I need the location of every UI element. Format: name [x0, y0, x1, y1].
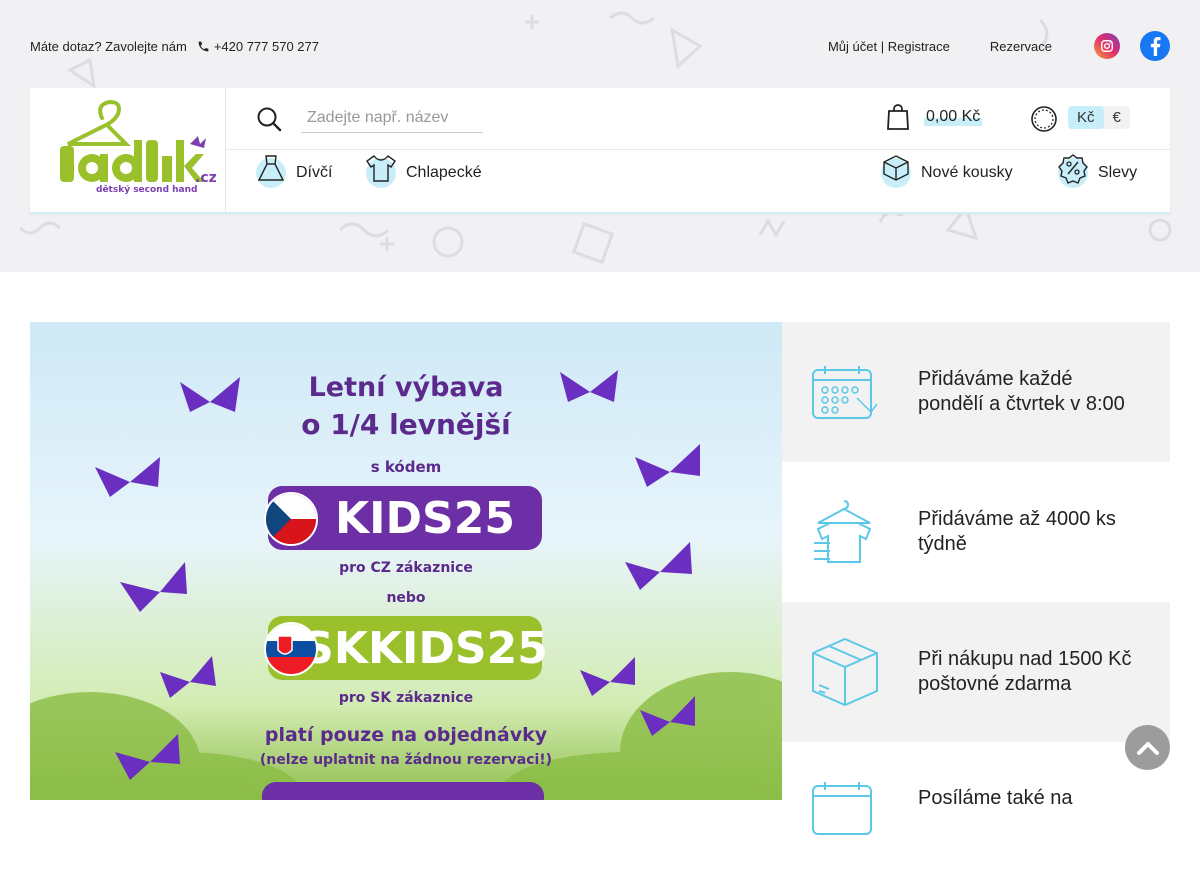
main-nav: Dívčí Chlapecké Nové kousky Slevy: [226, 150, 1170, 212]
nav-new-label: Nové kousky: [921, 164, 1013, 181]
currency-eur[interactable]: €: [1104, 106, 1130, 129]
feature-item: Přidáváme až 4000 ks týdně: [782, 462, 1170, 602]
facebook-icon[interactable]: [1140, 31, 1170, 61]
feature-item: Při nákupu nad 1500 Kč poštovné zdarma: [782, 602, 1170, 742]
banner-for-sk: pro SK zákaznice: [338, 690, 474, 706]
contact-label: Máte dotaz? Zavolejte nám: [30, 38, 187, 54]
feature-item: Přidáváme každé pondělí a čtvrtek v 8:00: [782, 322, 1170, 462]
banner-line2: o 1/4 levnější: [301, 408, 511, 441]
nav-girls-label: Dívčí: [296, 164, 333, 181]
banner-valid: platí pouze na objednávky: [264, 724, 548, 746]
instagram-icon[interactable]: [1094, 33, 1120, 59]
nav-sale[interactable]: Slevy: [1058, 154, 1138, 188]
search-icon[interactable]: [256, 106, 282, 132]
dress-icon: [256, 155, 286, 188]
account-separator: |: [880, 38, 885, 54]
features-list: Přidáváme každé pondělí a čtvrtek v 8:00…: [782, 322, 1170, 882]
logo[interactable]: .cz dětský second hand: [30, 88, 226, 212]
cart-total: 0,00 Kč: [924, 108, 983, 126]
banner-with-code: s kódem: [370, 458, 442, 476]
slovak-flag-icon: [264, 622, 318, 676]
nav-boys[interactable]: Chlapecké: [366, 155, 482, 188]
chevron-up-icon: [1136, 741, 1159, 755]
nav-girls[interactable]: Dívčí: [256, 155, 333, 188]
cart-button[interactable]: 0,00 Kč: [886, 103, 983, 131]
clothes-stack-icon: [792, 497, 898, 567]
new-box-icon: [881, 155, 911, 188]
banner-or: nebo: [386, 590, 426, 606]
currency-switcher: Kč €: [1068, 106, 1130, 129]
coins-icon: [1031, 106, 1057, 132]
calendar-icon: [792, 364, 898, 420]
contact-info: Máte dotaz? Zavolejte nám +420 777 570 2…: [30, 39, 319, 54]
feature-text: Přidáváme až 4000 ks týdně: [918, 508, 1116, 555]
banner-note: (nelze uplatnit na žádnou rezervaci!): [259, 752, 553, 768]
register-link[interactable]: Registrace: [888, 39, 950, 54]
banner-bottom-pill: [262, 782, 544, 800]
search-input[interactable]: [301, 104, 483, 133]
reservation-link[interactable]: Rezervace: [990, 39, 1052, 54]
code-cz-pill: KIDS25: [264, 486, 542, 550]
banner-line1: Letní výbava: [308, 372, 504, 403]
scroll-to-top-button[interactable]: [1125, 725, 1170, 770]
phone-link[interactable]: +420 777 570 277: [197, 39, 319, 54]
discount-icon: [1058, 154, 1088, 188]
my-account-link[interactable]: Můj účet: [828, 39, 877, 54]
feature-item: Posíláme také na: [782, 742, 1170, 882]
shopping-bag-icon: [887, 104, 909, 130]
czech-flag-icon: [264, 492, 318, 546]
code-sk-pill: SKKIDS25: [264, 616, 548, 680]
banner-for-cz: pro CZ zákaznice: [339, 560, 473, 576]
code-sk: SKKIDS25: [302, 622, 548, 674]
phone-number: +420 777 570 277: [213, 38, 319, 54]
feature-text: Přidáváme každé pondělí a čtvrtek v 8:00: [918, 368, 1125, 415]
nav-boys-label: Chlapecké: [406, 164, 482, 181]
code-cz: KIDS25: [335, 492, 515, 544]
svg-text:dětský second hand: dětský second hand: [96, 184, 197, 195]
account-links: Můj účet | Registrace: [828, 39, 950, 54]
site-header: .cz dětský second hand 0,00 Kč Kč € Dívč…: [30, 88, 1170, 214]
phone-icon: [198, 41, 209, 51]
jadlik-logo: .cz dětský second hand: [60, 99, 217, 195]
nav-sale-label: Slevy: [1098, 164, 1138, 181]
svg-text:.cz: .cz: [195, 170, 217, 186]
feature-text: Při nákupu nad 1500 Kč poštovné zdarma: [918, 648, 1132, 695]
feature-text: Posíláme také na: [918, 787, 1073, 809]
tshirt-icon: [366, 155, 396, 188]
promo-banner[interactable]: Letní výbava o 1/4 levnější s kódem KIDS…: [30, 322, 782, 800]
search-row: 0,00 Kč Kč €: [226, 88, 1170, 150]
calendar-icon: [792, 780, 898, 836]
box-icon: [792, 635, 898, 709]
top-bar: Máte dotaz? Zavolejte nám +420 777 570 2…: [30, 30, 1170, 62]
currency-czk[interactable]: Kč: [1068, 106, 1104, 129]
nav-new-items[interactable]: Nové kousky: [881, 155, 1013, 188]
top-bar-right: Můj účet | Registrace Rezervace: [828, 31, 1170, 61]
